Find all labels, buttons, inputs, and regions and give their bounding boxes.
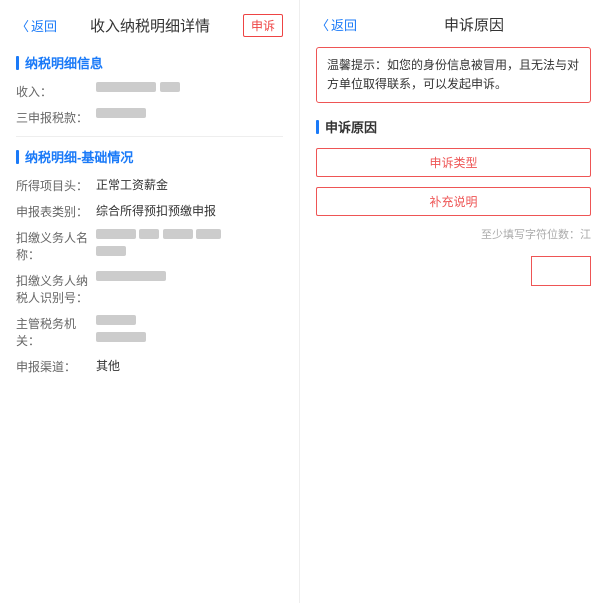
empty-input-box[interactable]	[531, 256, 591, 286]
income-gray-block-2	[160, 82, 180, 92]
declare-channel-row: 申报渠道： 其他	[16, 357, 283, 375]
withholding-name-value	[96, 228, 283, 256]
right-page-title: 申诉原因	[357, 14, 591, 35]
income-value	[96, 82, 283, 92]
withholding-name-row: 扣缴义务人名称：	[16, 228, 283, 263]
declare-channel-value: 其他	[96, 357, 283, 374]
left-page-title: 收入纳税明细详情	[57, 15, 243, 36]
income-row: 收入：	[16, 82, 283, 100]
withholding-name-label: 扣缴义务人名称：	[16, 228, 96, 263]
wn-block-1	[96, 229, 136, 239]
left-back-label: 返回	[31, 16, 57, 35]
left-header: 〈 返回 收入纳税明细详情 申诉	[16, 14, 283, 37]
appeal-button[interactable]: 申诉	[243, 14, 283, 37]
tax-authority-row: 主管税务机关：	[16, 314, 283, 349]
withholding-name-bars-2	[96, 246, 283, 256]
wn-block-2	[139, 229, 159, 239]
tax-info-section-title: 纳税明细信息	[16, 53, 283, 72]
ta-block-2	[96, 332, 146, 342]
right-back-link[interactable]: 〈 返回	[316, 15, 357, 34]
withholding-id-row: 扣缴义务人纳税人识别号：	[16, 271, 283, 306]
income-gray-block-1	[96, 82, 156, 92]
ta-bars	[96, 314, 136, 328]
ta-bars-2	[96, 332, 283, 342]
warning-text: 温馨提示：如您的身份信息被冒用，且无法与对方单位取得联系，可以发起申诉。	[327, 58, 579, 91]
wn-block-4	[196, 229, 221, 239]
right-panel: 〈 返回 申诉原因 温馨提示：如您的身份信息被冒用，且无法与对方单位取得联系，可…	[300, 0, 607, 603]
wn-block-5	[96, 246, 126, 256]
withholding-id-value	[96, 271, 283, 281]
warning-box: 温馨提示：如您的身份信息被冒用，且无法与对方单位取得联系，可以发起申诉。	[316, 47, 591, 103]
left-panel: 〈 返回 收入纳税明细详情 申诉 纳税明细信息 收入： 三申报税款： 纳税明细-…	[0, 0, 300, 603]
left-back-chevron-icon: 〈	[16, 16, 29, 35]
declare-value	[96, 108, 283, 118]
main-container: 〈 返回 收入纳税明细详情 申诉 纳税明细信息 收入： 三申报税款： 纳税明细-…	[0, 0, 607, 603]
appeal-reason-section-title: 申诉原因	[316, 117, 591, 136]
supplement-button[interactable]: 补充说明	[316, 187, 591, 216]
declare-type-label: 申报表类别：	[16, 202, 96, 220]
right-back-chevron-icon: 〈	[316, 15, 329, 34]
income-type-row: 所得项目头： 正常工资薪金	[16, 176, 283, 194]
wi-block-1	[96, 271, 166, 281]
right-header: 〈 返回 申诉原因	[316, 14, 591, 35]
hint-text: 至少填写字符位数：江	[316, 226, 591, 242]
withholding-name-bars	[96, 228, 221, 242]
declare-type-row: 申报表类别： 综合所得预扣预缴申报	[16, 202, 283, 220]
hint-area: 至少填写字符位数：江	[316, 226, 591, 286]
declare-row: 三申报税款：	[16, 108, 283, 126]
wn-block-3	[163, 229, 193, 239]
income-label: 收入：	[16, 82, 96, 100]
tax-detail-section-title: 纳税明细-基础情况	[16, 147, 283, 166]
declare-gray-block-1	[96, 108, 146, 118]
appeal-type-button[interactable]: 申诉类型	[316, 148, 591, 177]
withholding-id-label: 扣缴义务人纳税人识别号：	[16, 271, 96, 306]
income-type-value: 正常工资薪金	[96, 176, 283, 193]
divider-1	[16, 136, 283, 137]
declare-label: 三申报税款：	[16, 108, 96, 126]
declare-channel-label: 申报渠道：	[16, 357, 96, 375]
ta-block-1	[96, 315, 136, 325]
left-back-link[interactable]: 〈 返回	[16, 16, 57, 35]
right-back-label: 返回	[331, 15, 357, 34]
income-type-label: 所得项目头：	[16, 176, 96, 194]
tax-authority-value	[96, 314, 283, 342]
tax-authority-label: 主管税务机关：	[16, 314, 96, 349]
declare-type-value: 综合所得预扣预缴申报	[96, 202, 283, 219]
